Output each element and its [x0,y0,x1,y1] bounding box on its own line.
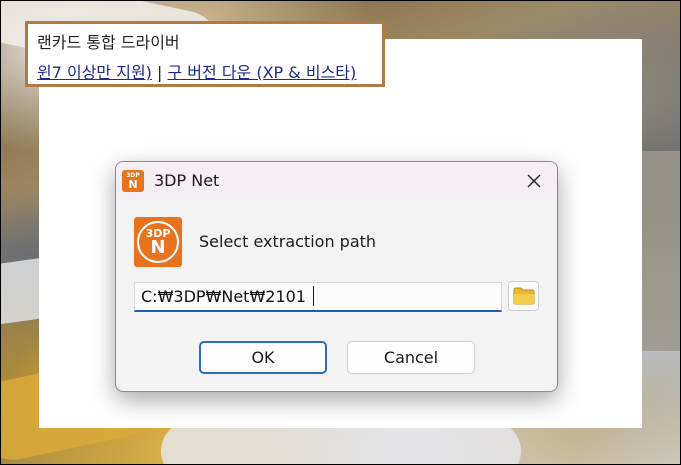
close-button[interactable] [511,162,557,200]
dialog-prompt: Select extraction path [199,232,377,251]
win7-driver-link[interactable]: 윈7 이상만 지원) [37,63,152,82]
logo-ring: 3DP N [137,221,179,263]
close-icon [527,174,541,188]
driver-note-title: 랜카드 통합 드라이버 [37,33,180,52]
desktop-background: 랜카드 통합 드라이버 윈7 이상만 지원) | 구 버전 다운 (XP & 비… [1,1,680,464]
3dp-net-logo: 3DP N [134,217,182,267]
icon-text-bottom: N [128,177,138,191]
dialog-titlebar: 3DP N 3DP Net [116,162,557,200]
browse-folder-button[interactable] [508,281,539,311]
logo-text-bottom: N [150,236,166,258]
ok-button[interactable]: OK [199,341,327,374]
old-version-download-link[interactable]: 구 버전 다운 (XP & 비스타) [168,63,357,82]
link-separator: | [157,63,163,82]
text-caret [313,286,314,306]
cancel-button[interactable]: Cancel [347,341,475,374]
driver-note-links: 윈7 이상만 지원) | 구 버전 다운 (XP & 비스타) [37,59,356,83]
3dp-net-icon: 3DP N [122,170,144,192]
dialog-title: 3DP Net [154,171,220,190]
extract-path-dialog: 3DP N 3DP Net 3DP N Select extraction pa… [115,161,558,392]
folder-icon [513,287,534,305]
extraction-path-input[interactable] [134,282,502,312]
